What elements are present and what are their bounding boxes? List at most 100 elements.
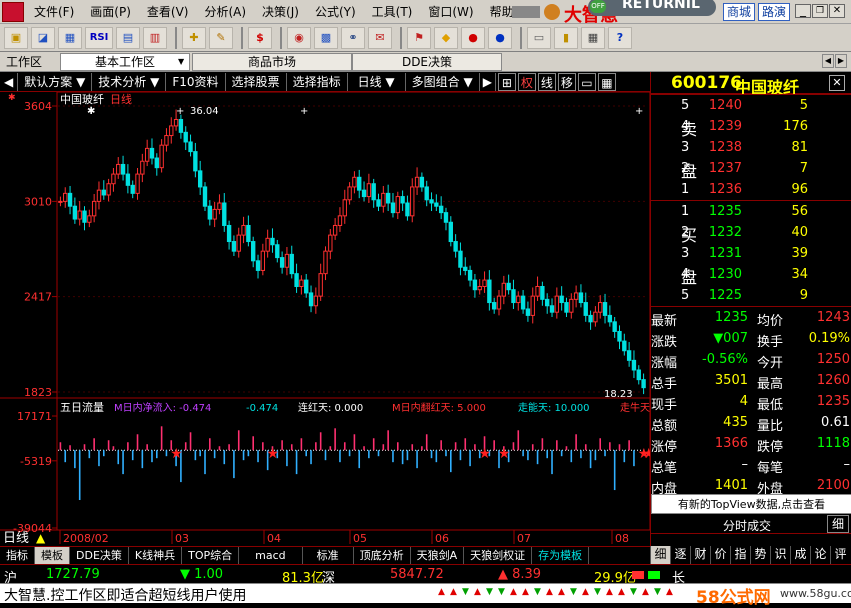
rtab-trend[interactable]: 势 [750, 546, 770, 564]
tab-commodity-market[interactable]: 商品市场 [192, 53, 352, 71]
up-arrow-icon: ▲ [666, 587, 673, 597]
speed-slider[interactable] [512, 6, 540, 18]
quote-separator [651, 94, 851, 95]
index-bar[interactable]: 沪 1727.79 ▼ 1.00 81.3亿 深 5847.72 ▲ 8.39 … [0, 564, 851, 586]
f10-button[interactable]: F10资料 [166, 72, 226, 91]
tab-sirius-warrant[interactable]: 天狼剑权证 [464, 547, 533, 565]
layout-icon[interactable]: ▤ [116, 26, 140, 49]
candle-body [328, 234, 333, 252]
tab-kline-soldier[interactable]: K线神兵 [129, 547, 183, 565]
period-dropdown[interactable]: 日线 ▼ [348, 72, 406, 91]
rtab-discuss[interactable]: 论 [810, 546, 830, 564]
menu-window[interactable]: 窗口(W) [420, 0, 481, 24]
menu-view[interactable]: 查看(V) [139, 0, 197, 24]
bar-chart-icon[interactable]: ▥ [143, 26, 167, 49]
rights-button[interactable]: 权 [517, 72, 536, 91]
diamond-icon[interactable]: ◆ [434, 26, 458, 49]
play-left-icon[interactable]: ◀ [0, 72, 19, 91]
kline-chart-svg[interactable]: 3604301024171823 17171-5319-39044 ★ ★ ★ ★ ★★… [0, 92, 650, 546]
grid-view-icon[interactable]: ▦ [597, 72, 616, 91]
plus-button[interactable]: ⊞ [497, 72, 516, 91]
book-icon[interactable]: ▮ [554, 26, 578, 49]
close-button[interactable]: ✕ [829, 4, 845, 18]
menu-analysis[interactable]: 分析(A) [196, 0, 254, 24]
scheme-dropdown[interactable]: 默认方案 ▼ [18, 72, 93, 91]
line-button[interactable]: 线 [537, 72, 556, 91]
candle-icon[interactable]: ◉ [287, 26, 311, 49]
red-circle-icon[interactable]: ● [461, 26, 485, 49]
scroll-right-icon[interactable]: ▶ [835, 54, 847, 68]
tab-indicator[interactable]: 指标 [0, 547, 35, 565]
grid-icon[interactable]: ▩ [314, 26, 338, 49]
tab-standard[interactable]: 标准 [303, 547, 354, 565]
calculator-icon[interactable]: ▦ [581, 26, 605, 49]
close-panel-icon[interactable]: ✕ [829, 75, 845, 91]
chart-area[interactable]: 3604 3010 2417 1823 17171 -5319 -39044 ★ ★ ★ ★ ★ ★… [0, 92, 650, 546]
candle-body [178, 118, 184, 133]
rtab-price[interactable]: 价 [710, 546, 730, 564]
tab-template[interactable]: 模板 [35, 547, 70, 565]
stat-label: 跌停 [757, 440, 784, 455]
play-right-icon[interactable]: ▶ [480, 72, 496, 91]
rtab-review[interactable]: 评 [830, 546, 850, 564]
table-icon[interactable]: ▦ [58, 26, 82, 49]
restore-button[interactable]: ❐ [812, 4, 828, 18]
chart-area-icon[interactable]: ◪ [31, 26, 55, 49]
tab-macd[interactable]: macd [239, 547, 303, 565]
rtab-each[interactable]: 逐 [670, 546, 690, 564]
topview-notice-button[interactable]: 有新的TopView数据,点击查看 [651, 494, 851, 514]
chart-view-icon[interactable]: ▭ [577, 72, 596, 91]
stat-label: 总手 [651, 377, 678, 392]
rtab-detail[interactable]: 细 [650, 546, 670, 564]
rsi-button[interactable]: RSI [85, 26, 113, 49]
minimize-button[interactable]: _ [795, 4, 811, 18]
rtab-deal[interactable]: 成 [790, 546, 810, 564]
candle-body [304, 279, 309, 294]
price-tick-label: 1823 [24, 386, 52, 399]
returnil-off-badge: OFF [590, 0, 606, 13]
dollar-button[interactable]: $ [248, 26, 272, 49]
date-tick-label: 04 [267, 532, 281, 545]
menu-tools[interactable]: 工具(T) [364, 0, 421, 24]
roadshow-button[interactable]: 路演 [758, 3, 791, 21]
multi-chart-dropdown[interactable]: 多图组合 ▼ [406, 72, 480, 91]
rtab-finance[interactable]: 财 [690, 546, 710, 564]
tab-dde[interactable]: DDE决策 [70, 547, 129, 565]
help-icon[interactable]: ? [608, 26, 632, 49]
move-button[interactable]: 移 [557, 72, 576, 91]
menu-file[interactable]: 文件(F) [26, 0, 82, 24]
tab-dde-decision[interactable]: DDE决策 [352, 53, 502, 71]
technical-analysis-dropdown[interactable]: 技术分析 ▼ [92, 72, 167, 91]
menu-screen[interactable]: 画面(P) [82, 0, 139, 24]
save-template-button[interactable]: 存为模板 [532, 547, 590, 565]
legend-walk-days: 走能天: 10.000 [518, 401, 590, 414]
tab-basic-workspace[interactable]: 基本工作区 [60, 53, 190, 71]
select-indicator-button[interactable]: 选择指标 [287, 72, 348, 91]
down-arrow-icon: ▼ [594, 587, 601, 597]
tab-top-combined[interactable]: TOP综合 [182, 547, 240, 565]
settings-icon[interactable]: ✱ [8, 93, 16, 103]
rtab-know[interactable]: 识 [770, 546, 790, 564]
menu-decision[interactable]: 决策(J) [254, 0, 307, 24]
tab-sirius-a[interactable]: 天狼剑A [411, 547, 465, 565]
tab-top-bottom[interactable]: 顶底分析 [354, 547, 411, 565]
signal-star-icon: ★ [266, 446, 279, 462]
scroll-left-icon[interactable]: ◀ [822, 54, 834, 68]
news-icon[interactable]: ✉ [368, 26, 392, 49]
period-triangle-icon[interactable]: ▲ [36, 531, 46, 545]
select-stock-button[interactable]: 选择股票 [226, 72, 287, 91]
draw-icon[interactable]: ✎ [209, 26, 233, 49]
alert-icon[interactable]: ⚑ [407, 26, 431, 49]
menu-formula[interactable]: 公式(Y) [307, 0, 364, 24]
chevron-down-icon[interactable]: ▼ [178, 57, 184, 66]
tick-detail-button[interactable]: 细 [827, 515, 849, 533]
toolbar: ▣ ◪ ▦ RSI ▤ ▥ ✚ ✎ $ ◉ ▩ ⚭ ✉ ⚑ ◆ ● ● ▭ ▮ … [0, 24, 851, 52]
blue-circle-icon[interactable]: ● [488, 26, 512, 49]
binoculars-icon[interactable]: ⚭ [341, 26, 365, 49]
mall-button[interactable]: 商城 [723, 3, 756, 21]
notepad-icon[interactable]: ▭ [527, 26, 551, 49]
candle-body [106, 183, 111, 196]
rtab-index[interactable]: 指 [730, 546, 750, 564]
folder-icon[interactable]: ▣ [4, 26, 28, 49]
crosshair-icon[interactable]: ✚ [182, 26, 206, 49]
